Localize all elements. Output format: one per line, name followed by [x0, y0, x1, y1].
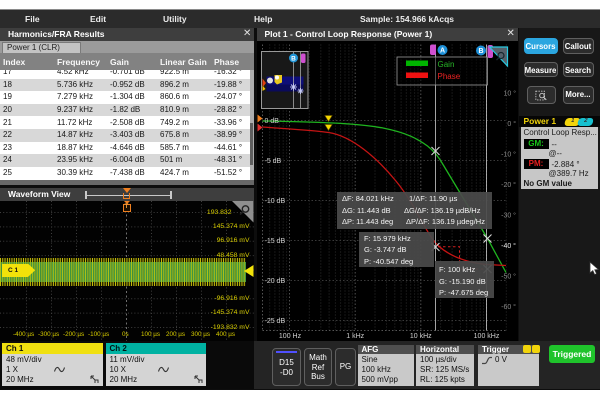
svg-text:-15 dB: -15 dB — [264, 238, 285, 245]
svg-text:1 kHz: 1 kHz — [346, 333, 364, 340]
svg-text:Phase: Phase — [437, 72, 460, 81]
svg-text:10 kHz: 10 kHz — [409, 333, 431, 340]
svg-text:-50 °: -50 ° — [501, 272, 516, 280]
svg-text:B: B — [291, 55, 296, 62]
svg-text:-10 °: -10 ° — [501, 150, 516, 158]
svg-text:-40 °: -40 ° — [501, 242, 516, 250]
svg-text:-10 dB: -10 dB — [264, 198, 285, 205]
svg-text:-60 °: -60 ° — [501, 303, 516, 311]
svg-text:-25 dB: -25 dB — [264, 318, 285, 325]
svg-text:A: A — [439, 47, 444, 54]
svg-text:100 Hz: 100 Hz — [278, 333, 301, 340]
svg-text:0 °: 0 ° — [507, 120, 516, 128]
svg-text:10 °: 10 ° — [503, 89, 516, 97]
svg-text:-5 dB: -5 dB — [264, 158, 281, 165]
svg-text:0 dB: 0 dB — [264, 118, 279, 125]
svg-text:B: B — [478, 48, 483, 55]
svg-text:-30 °: -30 ° — [501, 211, 516, 219]
svg-text:Gain: Gain — [437, 60, 454, 69]
svg-text:-20 dB: -20 dB — [264, 278, 285, 285]
svg-text:100 kHz: 100 kHz — [473, 333, 499, 340]
svg-text:-20 °: -20 ° — [501, 181, 516, 189]
